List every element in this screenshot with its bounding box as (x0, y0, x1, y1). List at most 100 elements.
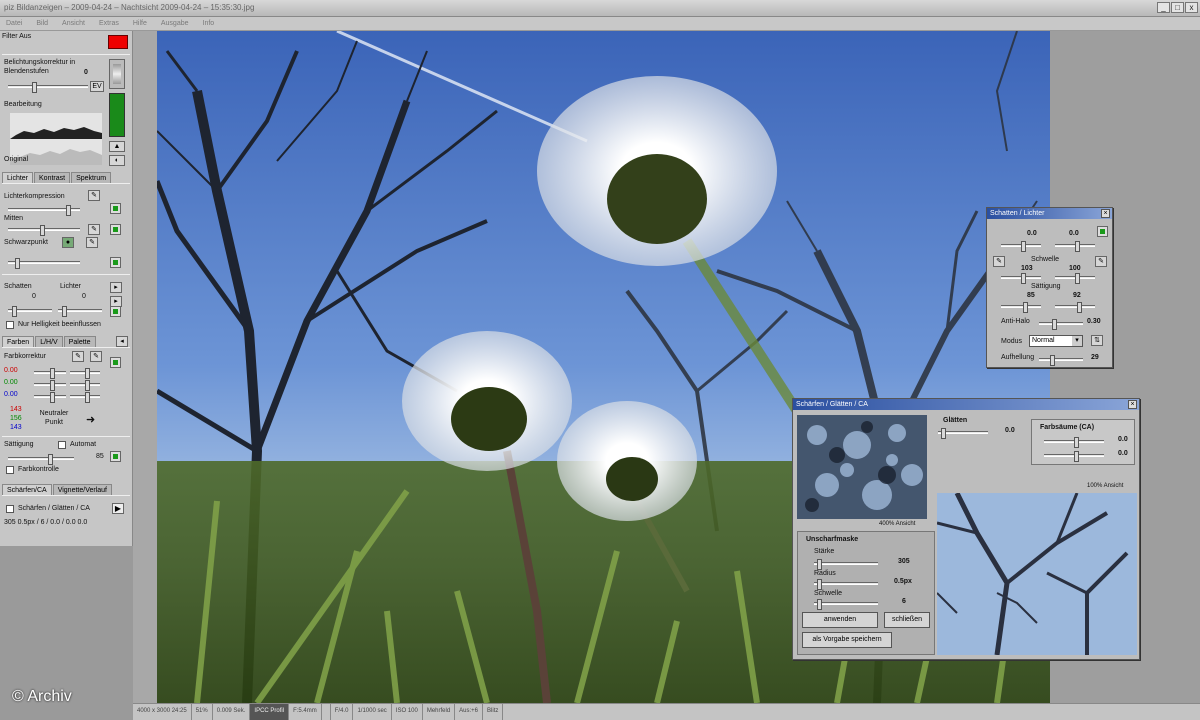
threshold-sharpen-slider[interactable] (814, 599, 878, 610)
arrow-right-icon: ➜ (86, 414, 96, 426)
highlight-reset-button[interactable] (110, 203, 121, 214)
shadows-slider[interactable] (8, 306, 52, 317)
threshold-left-slider[interactable] (1001, 273, 1041, 284)
lights-value: 0 (82, 293, 86, 300)
apply-button[interactable]: anwenden (802, 612, 878, 628)
shadows-eyedropper-icon[interactable]: ✎ (993, 256, 1005, 267)
status-field: 51% (192, 704, 213, 720)
color-eyedropper2-icon[interactable]: ✎ (90, 351, 102, 362)
green-slider-a[interactable] (34, 380, 66, 391)
blackpoint-reset-button[interactable] (110, 257, 121, 268)
sharpen-dialog-button[interactable]: ▶ (112, 503, 124, 514)
shadows-value: 0 (32, 293, 36, 300)
shadows-arrow-button[interactable]: ▸ (110, 282, 122, 293)
sharpen-checkbox[interactable] (6, 505, 14, 513)
divider (2, 54, 130, 55)
blue-slider-a[interactable] (34, 392, 66, 403)
ca-blue-slider[interactable] (1044, 451, 1104, 462)
menu-file[interactable]: Datei (6, 17, 22, 30)
glaetten-slider[interactable] (938, 428, 988, 439)
automatic-label: Automat (70, 441, 97, 448)
blue-slider-b[interactable] (70, 392, 100, 403)
status-bar: 4000 x 3000 24:25 51% 0.009 Sek. IPCC Profi… (133, 703, 1200, 720)
light-amount-slider[interactable] (1055, 241, 1095, 252)
zoom-100-label: 100% Ansicht (1087, 483, 1124, 489)
midtones-label: Mitten (4, 215, 24, 222)
sharpen-dialog: Schärfen / Glätten / CA × 400% Ansicht G… (792, 398, 1140, 660)
exposure-label: Belichtungskorrektur in Blendenstufen (4, 59, 76, 75)
color-correction-label: Farbkorrektur (4, 353, 47, 360)
brightening-slider[interactable] (1039, 355, 1083, 366)
antihalo-label: Anti-Halo (1001, 318, 1030, 325)
only-highlights-checkbox[interactable] (6, 321, 14, 329)
highlight-compression-slider[interactable] (8, 205, 80, 216)
blackpoint-slider[interactable] (8, 258, 80, 269)
color-control-checkbox[interactable] (6, 466, 14, 474)
saturation-value: 85 (96, 453, 104, 460)
sharpen-check-label: Schärfen / Glätten / CA (18, 505, 90, 512)
lights-slider[interactable] (58, 306, 102, 317)
mode-select-value: Normal (1032, 337, 1055, 344)
zoom-400-label: 400% Ansicht (879, 521, 916, 527)
antihalo-slider[interactable] (1039, 319, 1083, 330)
unsharp-label: Unscharfmaske (806, 536, 859, 543)
color-eyedropper-icon[interactable]: ✎ (72, 351, 84, 362)
midtones-eyedropper-icon[interactable]: ✎ (88, 224, 100, 235)
app-window: piz Bildanzeigen – 2009-04-24 – Nachtsic… (0, 0, 1200, 720)
midtones-slider[interactable] (8, 225, 80, 236)
threshold-sharpen-value: 6 (902, 598, 906, 605)
eyedropper-icon[interactable]: ✎ (88, 190, 100, 201)
radius-slider[interactable] (814, 579, 878, 590)
auto-saturation-checkbox[interactable] (58, 441, 66, 449)
saturation-reset-button[interactable] (110, 451, 121, 462)
status-field: Blitz (483, 704, 504, 720)
menu-extras[interactable]: Extras (99, 17, 119, 30)
menu-help[interactable]: Hilfe (133, 17, 147, 30)
maximize-button[interactable]: □ (1171, 2, 1184, 13)
sharpen-dialog-title: Schärfen / Glätten / CA × (793, 399, 1139, 410)
menu-view[interactable]: Ansicht (62, 17, 85, 30)
divider (2, 274, 130, 275)
strength-slider[interactable] (814, 559, 878, 570)
mode-select[interactable]: Normal ▾ (1029, 335, 1083, 347)
threshold-right-value: 100 (1069, 265, 1081, 272)
ev-button[interactable]: EV (90, 81, 104, 92)
lights-eyedropper-icon[interactable]: ✎ (1095, 256, 1107, 267)
saturation-left-slider[interactable] (1001, 302, 1041, 313)
close-icon[interactable]: × (1101, 209, 1110, 218)
mode-options-button[interactable]: ⇅ (1091, 335, 1103, 346)
status-field (322, 704, 331, 720)
close-sharpen-button[interactable]: schließen (884, 612, 930, 628)
close-icon[interactable]: × (1128, 400, 1137, 409)
histogram-toggle-button[interactable]: ▲ (109, 141, 125, 152)
clipping-indicator (109, 93, 125, 137)
red-slider-a[interactable] (34, 368, 66, 379)
shadow-amount-slider[interactable] (1001, 241, 1041, 252)
midtones-reset-button[interactable] (110, 224, 121, 235)
close-window-button[interactable]: x (1185, 2, 1198, 13)
shadows-lights-reset-button[interactable] (110, 306, 121, 317)
ca-group: Farbsäume (CA) 0.0 0.0 (1031, 419, 1135, 465)
minimize-button[interactable]: _ (1157, 2, 1170, 13)
color-menu-button[interactable]: ◂ (116, 336, 128, 347)
save-default-button[interactable]: als Vorgabe speichern (802, 632, 892, 648)
green-slider-b[interactable] (70, 380, 100, 391)
color-reset-button[interactable] (110, 357, 121, 368)
red-slider-b[interactable] (70, 368, 100, 379)
window-title: piz Bildanzeigen – 2009-04-24 – Nachtsic… (4, 3, 255, 12)
filter-toggle-button[interactable] (108, 35, 128, 49)
menu-image[interactable]: Bild (36, 17, 48, 30)
ca-red-slider[interactable] (1044, 437, 1104, 448)
menu-info[interactable]: Info (203, 17, 215, 30)
mode-label: Modus (1001, 338, 1023, 345)
saturation-slider[interactable] (8, 454, 74, 465)
saturation-right-slider[interactable] (1055, 302, 1095, 313)
compare-button[interactable]: ◐ (109, 155, 125, 166)
blackpoint-eyedropper-icon[interactable]: ✎ (86, 237, 98, 248)
threshold-right-slider[interactable] (1055, 273, 1095, 284)
only-highlights-label: Nur Helligkeit beeinflussen (18, 321, 101, 328)
shadows-dialog-reset-button[interactable] (1097, 226, 1108, 237)
blackpoint-auto-button[interactable]: ● (62, 237, 74, 248)
exposure-slider[interactable] (8, 82, 88, 93)
menu-output[interactable]: Ausgabe (161, 17, 189, 30)
